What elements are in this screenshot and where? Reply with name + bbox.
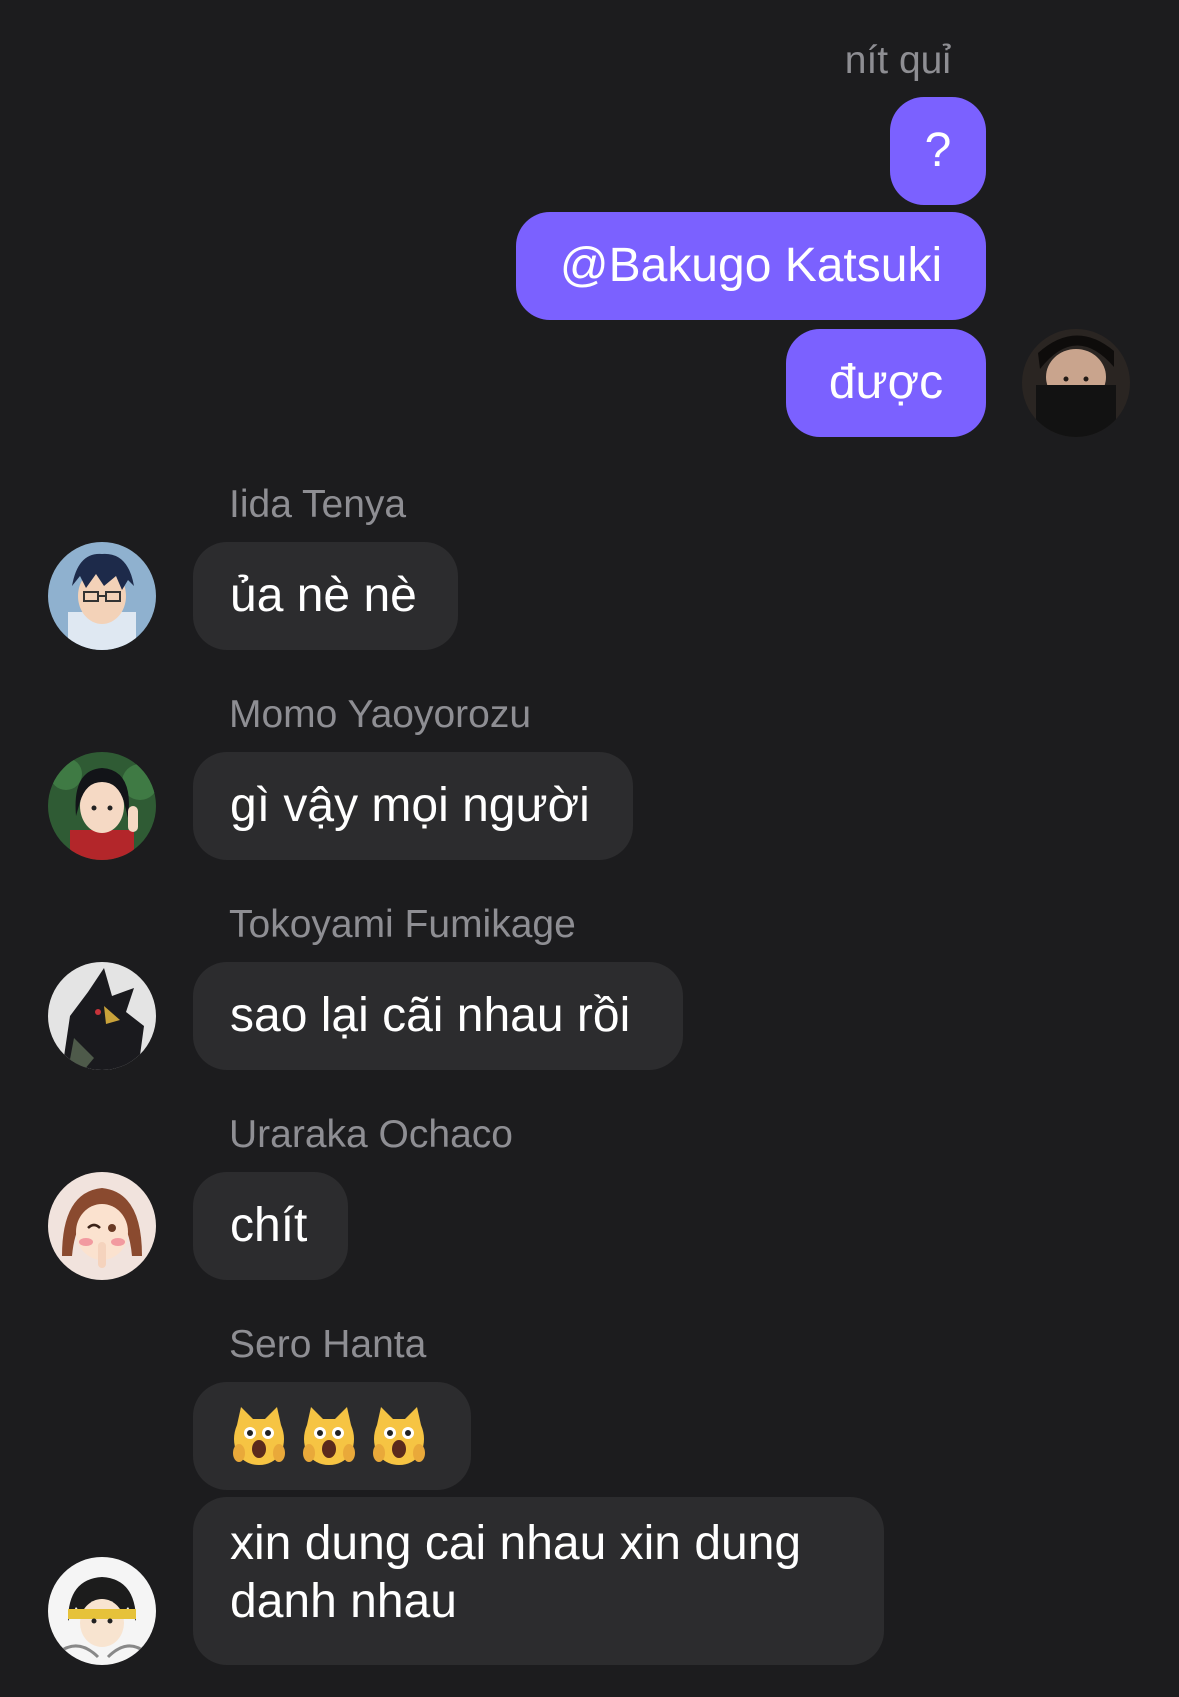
message-bubble-outgoing[interactable]: @Bakugo Katsuki <box>516 212 986 320</box>
avatar-uraraka-ochaco[interactable] <box>48 1172 156 1280</box>
emoji-row <box>221 1405 471 1467</box>
message-bubble-incoming[interactable]: sao lại cãi nhau rồi <box>193 962 683 1070</box>
weary-cat-face-icon <box>373 1407 425 1465</box>
message-bubble-incoming[interactable]: gì vậy mọi người <box>193 752 633 860</box>
sender-name: Tokoyami Fumikage <box>229 903 576 946</box>
sender-name: Momo Yaoyorozu <box>229 693 532 736</box>
message-bubble-incoming[interactable]: chít <box>193 1172 348 1280</box>
avatar-self[interactable] <box>1022 329 1130 437</box>
sender-name: Sero Hanta <box>229 1323 427 1366</box>
weary-cat-face-icon <box>233 1407 285 1465</box>
avatar-momo-yaoyorozu[interactable] <box>48 752 156 860</box>
sender-name-self: nít quỉ <box>844 39 951 82</box>
message-bubble-outgoing[interactable]: ? <box>890 97 986 205</box>
message-bubble-outgoing[interactable]: được <box>786 329 986 437</box>
message-bubble-emoji[interactable] <box>193 1382 471 1490</box>
message-bubble-incoming[interactable]: xin dung cai nhau xin dung danh nhau <box>193 1497 884 1665</box>
avatar-sero-hanta[interactable] <box>48 1557 156 1665</box>
message-bubble-incoming[interactable]: ủa nè nè <box>193 542 458 650</box>
avatar-iida-tenya[interactable] <box>48 542 156 650</box>
sender-name: Iida Tenya <box>229 483 407 526</box>
sender-name: Uraraka Ochaco <box>229 1113 513 1156</box>
avatar-tokoyami-fumikage[interactable] <box>48 962 156 1070</box>
weary-cat-face-icon <box>303 1407 355 1465</box>
